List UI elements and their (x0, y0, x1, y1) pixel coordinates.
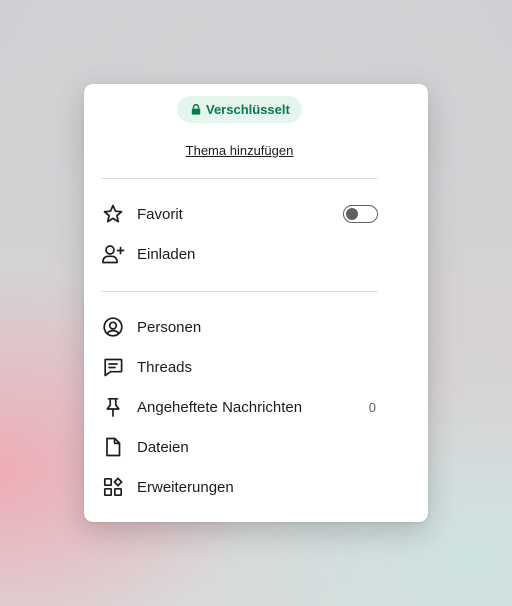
people-row[interactable]: Personen (101, 309, 378, 345)
favorite-row[interactable]: Favorit (101, 196, 378, 232)
people-label: Personen (137, 318, 202, 336)
channel-details-menu: Verschlüsselt Thema hinzufügen Favorit E… (84, 84, 428, 522)
pin-icon (101, 395, 125, 419)
person-circle-icon (101, 315, 125, 339)
pinned-messages-row[interactable]: Angeheftete Nachrichten 0 (101, 389, 378, 425)
star-icon (101, 202, 125, 226)
encrypted-badge-label: Verschlüsselt (206, 102, 290, 117)
divider (101, 291, 378, 292)
invite-row[interactable]: Einladen (101, 236, 378, 272)
lock-icon (191, 104, 201, 115)
extensions-row[interactable]: Erweiterungen (101, 469, 378, 505)
toggle-knob (346, 208, 358, 220)
extensions-label: Erweiterungen (137, 478, 234, 496)
files-label: Dateien (137, 438, 189, 456)
add-topic-link[interactable]: Thema hinzufügen (84, 143, 395, 158)
add-person-icon (101, 242, 125, 266)
encrypted-badge: Verschlüsselt (177, 96, 302, 123)
threads-icon (101, 355, 125, 379)
file-icon (101, 435, 125, 459)
threads-row[interactable]: Threads (101, 349, 378, 385)
favorite-label: Favorit (137, 205, 183, 223)
files-row[interactable]: Dateien (101, 429, 378, 465)
threads-label: Threads (137, 358, 193, 376)
invite-label: Einladen (137, 245, 196, 263)
divider (101, 178, 378, 179)
favorite-toggle[interactable] (343, 205, 378, 223)
pinned-count: 0 (368, 399, 376, 415)
apps-icon (101, 475, 125, 499)
pinned-messages-label: Angeheftete Nachrichten (137, 398, 303, 416)
